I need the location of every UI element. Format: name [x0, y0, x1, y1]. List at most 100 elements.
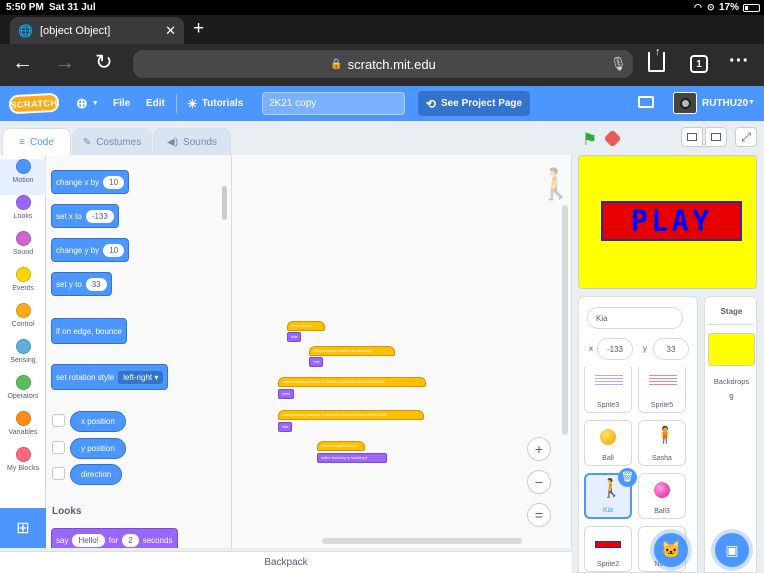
say-seconds-input[interactable]: 2 [122, 533, 139, 547]
sprite-tile[interactable]: Ball3 [638, 473, 686, 519]
more-icon[interactable]: ··· [729, 50, 749, 73]
script-event-block[interactable]: when clicked [287, 321, 325, 331]
stage-thumbnail[interactable] [708, 333, 755, 366]
script-event-block[interactable]: when this sprite clicked [317, 441, 365, 451]
sprite-tile[interactable]: Sprite3 [584, 367, 632, 413]
category-my-blocks[interactable]: My Blocks [0, 447, 46, 483]
y-position-checkbox[interactable] [52, 441, 65, 454]
sprite-tile[interactable]: Sprite5 [638, 367, 686, 413]
direction-reporter[interactable]: direction [70, 464, 123, 485]
script-event-block[interactable]: when backdrop switches to 2f45601-01c0-4… [278, 377, 426, 387]
username[interactable]: RUTHU20 [702, 98, 748, 109]
set-x-input[interactable]: -133 [85, 209, 114, 223]
zoom-in-icon[interactable]: + [527, 437, 551, 461]
stage-canvas[interactable]: PLAY [578, 155, 757, 289]
rotation-style-block[interactable]: set rotation style left-right ▾ [51, 364, 169, 390]
choose-sprite-button[interactable]: 🐱 [654, 533, 688, 567]
language-menu[interactable]: ⊕ ▼ [76, 86, 99, 121]
change-y-block[interactable]: change y by 10 [51, 238, 130, 262]
change-x-input[interactable]: 10 [103, 175, 125, 189]
sprite-x-input[interactable]: -133 [597, 338, 633, 360]
green-flag-icon[interactable]: ⚑ [582, 130, 597, 150]
scratch-logo[interactable]: SCRATCH [8, 92, 60, 115]
file-menu[interactable]: File [113, 86, 130, 121]
back-icon[interactable]: ← [12, 51, 33, 75]
sensing-dot [15, 339, 31, 354]
avatar[interactable] [673, 92, 697, 114]
y-position-reporter[interactable]: y position [70, 438, 126, 459]
script-switch-backdrop-block[interactable]: switch backdrop to backdrop4 [317, 453, 387, 463]
category-looks[interactable]: Looks [0, 195, 46, 231]
change-x-block[interactable]: change x by 10 [51, 170, 130, 194]
x-position-checkbox[interactable] [52, 414, 65, 427]
sprite-name-input[interactable]: Kia [587, 307, 683, 329]
my-stuff-folder-icon[interactable] [638, 96, 654, 108]
tab-code-label: Code [29, 137, 54, 148]
category-control[interactable]: Control [0, 303, 46, 339]
stop-icon[interactable] [603, 129, 622, 148]
set-y-block[interactable]: set y to 33 [51, 272, 112, 296]
forward-icon[interactable]: → [54, 51, 75, 75]
script-hide-block[interactable]: hide [287, 332, 301, 342]
code-area[interactable]: 🚶 when clicked hide when backdrop switch… [232, 155, 574, 548]
palette-scrollbar[interactable] [222, 186, 227, 220]
rotation-style-dropdown[interactable]: left-right ▾ [118, 370, 164, 384]
project-title-input[interactable]: 2K21 copy [262, 92, 405, 115]
category-events[interactable]: Events [0, 267, 46, 303]
tab-costumes[interactable]: ✎ Costumes [72, 128, 152, 155]
choose-backdrop-button[interactable]: ▣ [715, 533, 749, 567]
tab-code[interactable]: ≡ Code [2, 128, 71, 156]
reload-icon[interactable]: ↻ [95, 50, 113, 75]
small-stage-button[interactable] [681, 127, 703, 147]
delete-sprite-icon[interactable]: 🗑 [618, 468, 637, 487]
tab-count-button[interactable]: 1 [690, 55, 708, 73]
browser-tab[interactable]: 🌐 [object Object] ✕ [10, 17, 184, 44]
code-vertical-scrollbar[interactable] [562, 205, 568, 435]
set-y-input[interactable]: 33 [85, 277, 107, 291]
normal-stage-button[interactable] [705, 127, 727, 147]
category-operators[interactable]: Operators [0, 375, 46, 411]
x-position-reporter[interactable]: x position [70, 411, 126, 432]
sprite-tile[interactable]: 🧍 Sasha [638, 420, 686, 466]
sprite-y-input[interactable]: 33 [653, 338, 689, 360]
set-x-block[interactable]: set x to -133 [51, 204, 119, 228]
sprite-label: Kia [602, 507, 614, 514]
zoom-out-icon[interactable]: − [527, 470, 551, 494]
category-sound[interactable]: Sound [0, 231, 46, 267]
play-sprite[interactable]: PLAY [601, 201, 742, 241]
edit-menu[interactable]: Edit [146, 86, 165, 121]
category-motion[interactable]: Motion [0, 159, 46, 195]
say-message-input[interactable]: Hello! [72, 533, 105, 547]
chevron-down-icon[interactable]: ▼ [748, 99, 755, 106]
category-sensing[interactable]: Sensing [0, 339, 46, 375]
direction-checkbox[interactable] [52, 467, 65, 480]
microphone-icon[interactable]: 🎙 [610, 56, 627, 72]
script-show-block[interactable]: show [278, 389, 294, 399]
script-event-block[interactable]: when backdrop switches to 9a0f9f45-6da6-… [278, 410, 424, 420]
share-icon[interactable]: ↑ [648, 46, 665, 72]
category-label: Motion [12, 177, 34, 184]
add-extension-button[interactable]: ⊞ [0, 508, 46, 548]
sound-dot [15, 231, 31, 246]
fullscreen-icon[interactable]: ⤢ [735, 127, 757, 147]
close-tab-icon[interactable]: ✕ [165, 23, 176, 39]
code-horizontal-scrollbar[interactable] [322, 538, 522, 544]
script-text: when clicked [291, 324, 312, 328]
zoom-reset-icon[interactable]: = [527, 503, 551, 527]
script-event-block[interactable]: when backdrop switches to backdrop4 [309, 346, 395, 356]
tab-sounds[interactable]: ◀) Sounds [153, 128, 231, 155]
script-hide-block[interactable]: hide [309, 357, 323, 367]
script-hide-block[interactable]: hide [278, 422, 292, 432]
category-variables[interactable]: Variables [0, 411, 46, 447]
backpack-bar[interactable]: Backpack [0, 551, 572, 573]
globe-icon: ⊕ [76, 95, 88, 111]
bounce-block[interactable]: if on edge, bounce [51, 318, 127, 344]
say-for-seconds-block[interactable]: say Hello! for 2 seconds [51, 528, 178, 548]
sprite-tile[interactable]: Ball [584, 420, 632, 466]
sprite-tile[interactable]: Sprite2 [584, 526, 632, 572]
new-tab-button[interactable]: + [193, 18, 204, 40]
url-field[interactable]: 🔒 scratch.mit.edu [133, 50, 633, 78]
tutorials-button[interactable]: ☀ Tutorials [187, 86, 243, 121]
see-project-page-button[interactable]: ⟲ See Project Page [418, 91, 530, 116]
change-y-input[interactable]: 10 [103, 243, 125, 257]
